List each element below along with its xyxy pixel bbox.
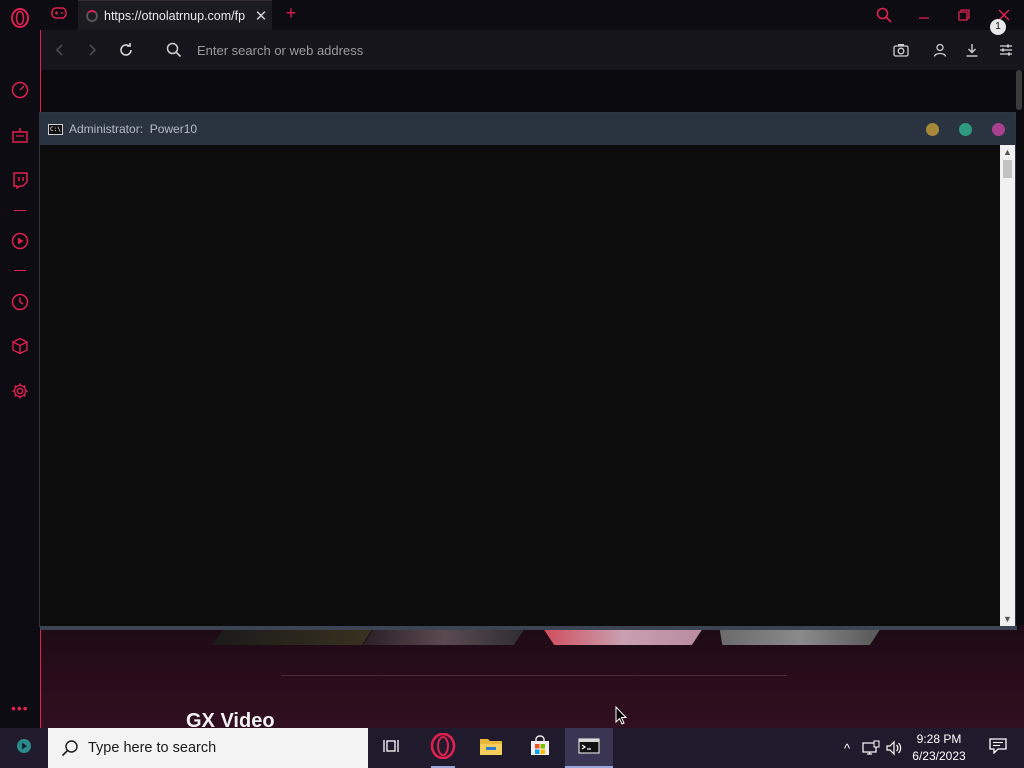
search-tabs-icon[interactable] bbox=[864, 0, 904, 30]
clock-date: 6/23/2023 bbox=[912, 749, 966, 763]
clock-time: 9:28 PM bbox=[916, 732, 962, 746]
tab-close-icon[interactable]: ✕ bbox=[254, 7, 268, 25]
page-scrollbar[interactable] bbox=[1016, 70, 1022, 110]
gamepad-icon bbox=[51, 6, 67, 24]
screen: ••• https://otnolatrnup.com/fp ✕ + Enter… bbox=[0, 0, 1024, 768]
tab-active[interactable]: https://otnolatrnup.com/fp ✕ bbox=[78, 0, 272, 30]
console-title-name: Power10 bbox=[149, 122, 198, 136]
volume-icon[interactable] bbox=[884, 728, 906, 768]
scroll-down-arrow-icon[interactable]: ▼ bbox=[1000, 612, 1015, 626]
scroll-up-arrow-icon[interactable]: ▲ bbox=[1000, 145, 1015, 159]
sidebar-separator bbox=[14, 210, 26, 211]
start-orb-icon bbox=[16, 738, 32, 759]
console-scrollbar[interactable]: ▲ ▼ bbox=[1000, 145, 1015, 626]
restore-button[interactable] bbox=[944, 0, 984, 30]
tab-title: https://otnolatrnup.com/fp bbox=[104, 8, 246, 23]
speed-dial-icon[interactable] bbox=[10, 80, 30, 100]
snapshot-camera-icon[interactable] bbox=[891, 40, 911, 60]
history-icon[interactable] bbox=[10, 292, 30, 312]
sidebar-separator bbox=[14, 270, 26, 271]
address-toolbar bbox=[40, 30, 1024, 70]
back-button[interactable] bbox=[50, 40, 70, 60]
taskbar-search[interactable]: Type here to search bbox=[48, 728, 368, 768]
download-icon[interactable] bbox=[962, 40, 982, 60]
extensions-cube-icon[interactable] bbox=[10, 336, 30, 356]
file-explorer-icon bbox=[479, 736, 503, 761]
settings-gear-icon[interactable] bbox=[10, 381, 30, 401]
magnifier-icon bbox=[60, 738, 80, 758]
section-divider bbox=[281, 675, 787, 676]
console-titlebar[interactable]: C:\ Administrator: Power10 bbox=[40, 113, 1015, 145]
twitch-icon[interactable] bbox=[10, 170, 30, 190]
console-title-prefix: Administrator: bbox=[69, 122, 144, 136]
gx-store-icon[interactable] bbox=[10, 125, 30, 145]
maximize-dot-button[interactable] bbox=[959, 123, 972, 136]
player-icon[interactable] bbox=[10, 231, 30, 251]
taskbar-store[interactable] bbox=[516, 728, 564, 768]
gx-corner-tab[interactable] bbox=[40, 0, 78, 30]
scroll-thumb[interactable] bbox=[1003, 160, 1012, 178]
powershell-window[interactable]: C:\ Administrator: Power10 ▲ ▼ bbox=[39, 112, 1017, 630]
task-view-icon bbox=[383, 738, 401, 759]
console-app-icon: C:\ bbox=[48, 123, 63, 135]
windows-taskbar: Type here to search ^ 9:28 PM 6/23/2023 bbox=[0, 728, 1024, 768]
address-input[interactable] bbox=[197, 41, 697, 59]
page-video-section: GX Video bbox=[41, 625, 1024, 732]
new-tab-button[interactable]: + bbox=[282, 4, 300, 24]
tab-strip: https://otnolatrnup.com/fp ✕ + bbox=[40, 0, 1024, 30]
minimize-button[interactable] bbox=[904, 0, 944, 30]
notification-count-badge: 1 bbox=[990, 19, 1006, 35]
console-output[interactable] bbox=[40, 145, 1000, 626]
action-center-button[interactable] bbox=[978, 728, 1018, 768]
opera-logo-icon[interactable] bbox=[10, 8, 30, 28]
terminal-icon bbox=[578, 737, 600, 759]
reload-button[interactable] bbox=[116, 40, 136, 60]
close-dot-button[interactable] bbox=[992, 123, 1005, 136]
opera-sidebar: ••• bbox=[0, 0, 40, 728]
console-border bbox=[40, 626, 1017, 630]
search-placeholder: Type here to search bbox=[88, 740, 217, 756]
taskbar-terminal[interactable] bbox=[565, 728, 613, 768]
forward-button[interactable] bbox=[82, 40, 102, 60]
console-title: Administrator: Power10 bbox=[69, 122, 197, 136]
minimize-dot-button[interactable] bbox=[926, 123, 939, 136]
notification-icon bbox=[989, 737, 1007, 759]
task-view-button[interactable] bbox=[368, 728, 416, 768]
taskbar-opera-gx[interactable] bbox=[419, 728, 467, 768]
tray-overflow-chevron[interactable]: ^ bbox=[838, 728, 856, 768]
taskbar-clock[interactable]: 9:28 PM 6/23/2023 bbox=[906, 731, 972, 765]
microsoft-store-icon bbox=[529, 734, 551, 762]
easy-setup-icon[interactable] bbox=[996, 40, 1016, 60]
more-dots-icon[interactable]: ••• bbox=[11, 698, 29, 718]
account-icon[interactable] bbox=[930, 40, 950, 60]
taskbar-file-explorer[interactable] bbox=[467, 728, 515, 768]
search-icon bbox=[164, 40, 184, 60]
opera-gx-icon bbox=[430, 732, 456, 764]
network-icon[interactable] bbox=[860, 728, 882, 768]
start-button[interactable] bbox=[0, 728, 48, 768]
loading-spinner-icon bbox=[86, 9, 98, 22]
mouse-cursor-icon bbox=[615, 705, 628, 726]
